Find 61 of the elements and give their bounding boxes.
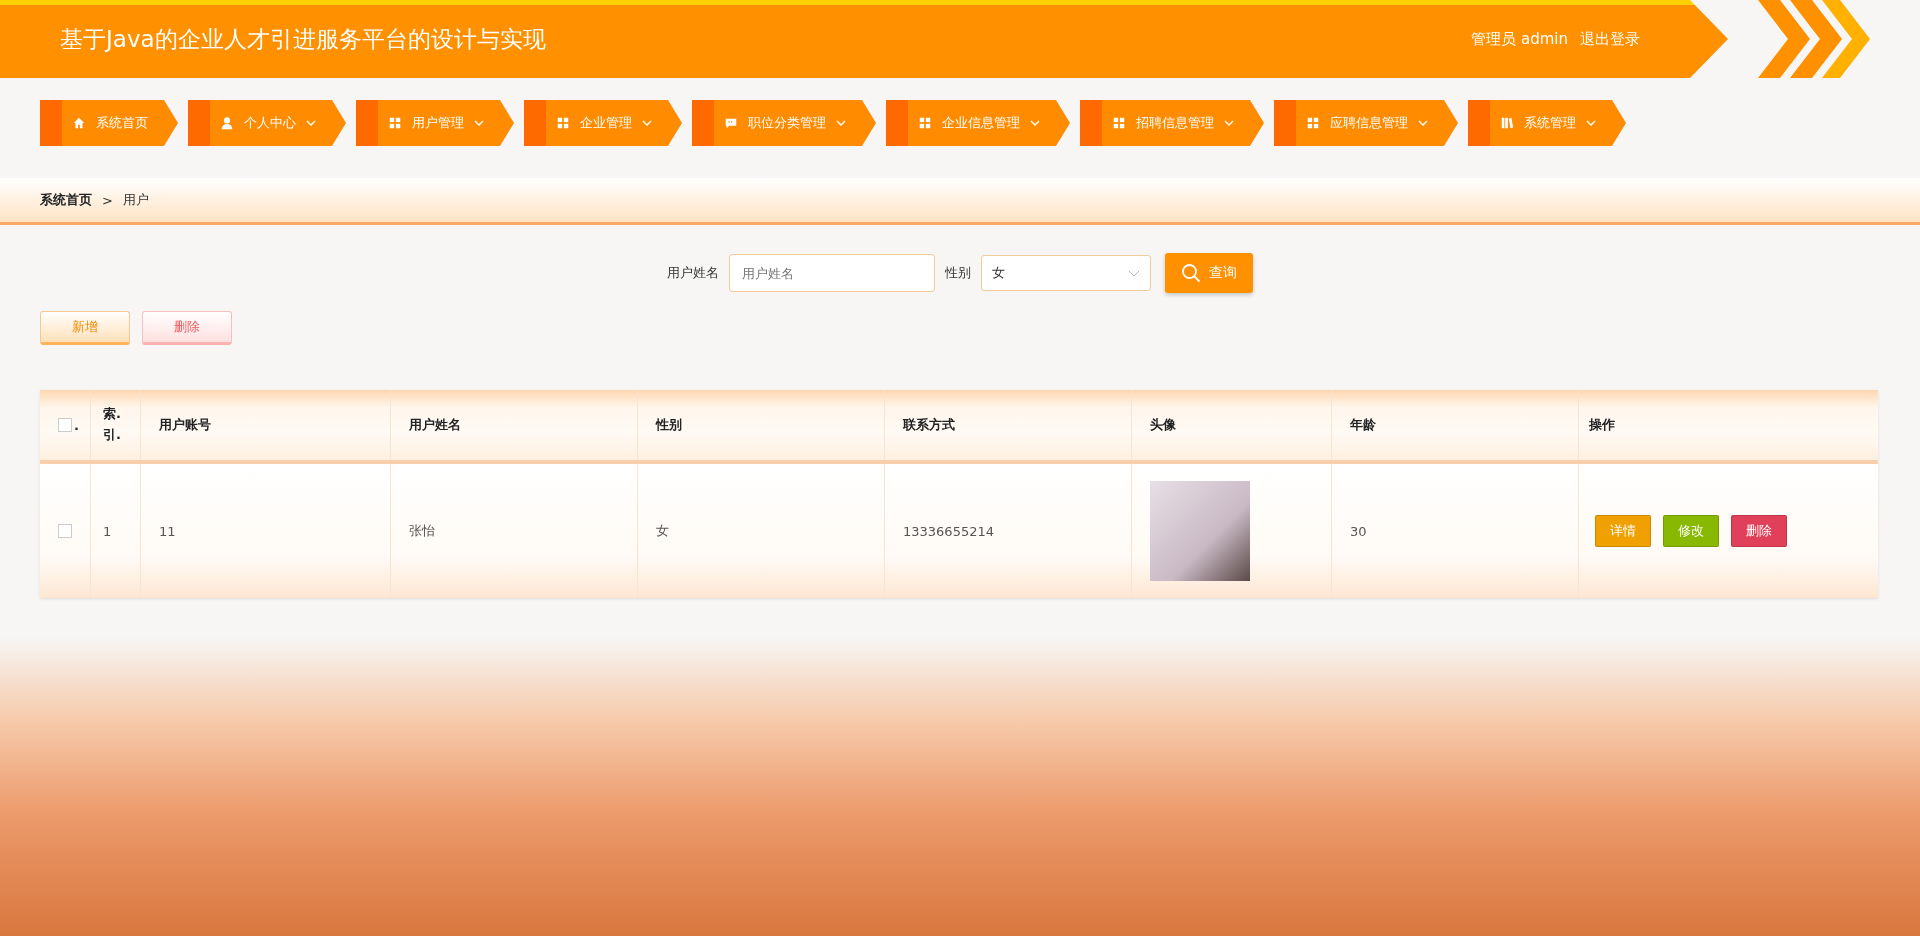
row-action-button[interactable]: 修改: [1663, 515, 1719, 547]
field-label: 性别: [945, 264, 971, 282]
grid-icon: [556, 116, 570, 130]
caret-icon: [1128, 269, 1140, 277]
breadcrumb-separator: >: [102, 192, 113, 208]
user-icon: [220, 116, 234, 130]
caret-icon: [836, 120, 846, 126]
nav-menu-item[interactable]: 招聘信息管理: [1080, 100, 1264, 146]
name-input-field[interactable]: 用户姓名: [729, 254, 935, 292]
table-cell: 13336655214: [903, 523, 994, 539]
column-header: 操作: [1589, 416, 1615, 434]
caret-icon: [306, 120, 316, 126]
row-action-button[interactable]: 删除: [1731, 515, 1787, 547]
caret-icon: [474, 120, 484, 126]
caret-icon: [1030, 120, 1040, 126]
grid-icon: [1306, 116, 1320, 130]
gender-select[interactable]: 女: [981, 255, 1151, 291]
nav-menu-item[interactable]: 个人中心: [188, 100, 346, 146]
logout-link[interactable]: 退出登录: [1580, 29, 1640, 49]
home-icon: [72, 116, 86, 130]
user-role: 管理员 admin: [1471, 29, 1568, 49]
nav-menu-item[interactable]: 应聘信息管理: [1274, 100, 1458, 146]
nav-menu-item[interactable]: 系统首页: [40, 100, 178, 146]
column-header: 头像: [1150, 416, 1176, 434]
column-header: 性别: [656, 416, 682, 434]
add-button[interactable]: 新增: [40, 311, 130, 345]
nav-menu-item[interactable]: 用户管理: [356, 100, 514, 146]
caret-icon: [642, 120, 652, 126]
chat-icon: [724, 116, 738, 130]
caret-icon: [1224, 120, 1234, 126]
grid-icon: [1112, 116, 1126, 130]
nav-menu-item[interactable]: 企业管理: [524, 100, 682, 146]
breadcrumb-current: 用户: [122, 191, 149, 209]
column-header: 联系方式: [903, 416, 955, 434]
site-title: 基于Java的企业人才引进服务平台的设计与实现: [60, 24, 547, 54]
delete-button[interactable]: 删除: [142, 311, 232, 345]
nav-menu-item[interactable]: 职位分类管理: [692, 100, 876, 146]
table-cell: 30: [1350, 523, 1367, 539]
breadcrumb-link[interactable]: 系统首页: [40, 191, 92, 209]
row-checkbox[interactable]: [58, 524, 72, 538]
column-header: 索.引.: [103, 405, 119, 444]
column-header: 年龄: [1350, 416, 1376, 434]
grid-icon: [918, 116, 932, 130]
field-label: 用户姓名: [667, 264, 719, 282]
column-header: 用户姓名: [409, 416, 461, 434]
table-cell: 11: [159, 523, 176, 539]
search-icon: [1181, 263, 1201, 283]
search-button[interactable]: 查询: [1165, 253, 1253, 293]
row-action-button[interactable]: 详情: [1595, 515, 1651, 547]
nav-menu-item[interactable]: 企业信息管理: [886, 100, 1070, 146]
nav-menu-item[interactable]: 系统管理: [1468, 100, 1626, 146]
table-cell: 女: [656, 522, 669, 540]
table-cell: 张怡: [409, 522, 435, 540]
caret-icon: [1418, 120, 1428, 126]
book-icon: [1500, 116, 1514, 130]
column-header: 用户账号: [159, 416, 211, 434]
select-all-checkbox[interactable]: [58, 418, 72, 432]
column-header: .: [74, 417, 79, 433]
caret-icon: [1586, 120, 1596, 126]
grid-icon: [388, 116, 402, 130]
table-cell: 1: [103, 523, 112, 539]
